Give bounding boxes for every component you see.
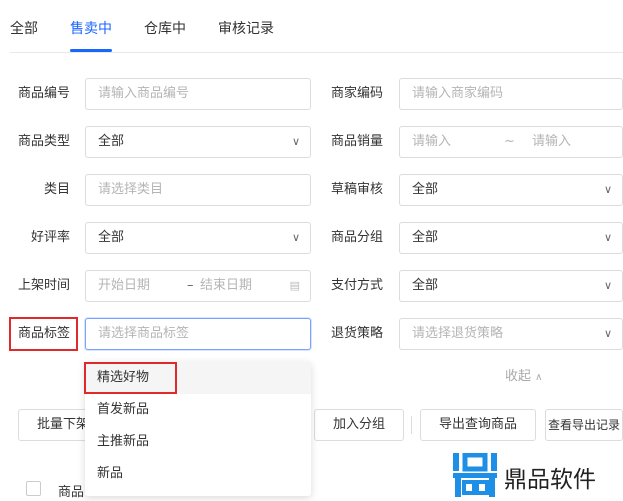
calendar-icon: ▤ — [289, 279, 300, 292]
product-type-value: 全部 — [98, 134, 125, 149]
merchant-code-label: 商家编码 — [330, 86, 383, 101]
tag-option[interactable]: 首发新品 — [85, 394, 311, 426]
collapse-toggle[interactable]: 收起 ∧ — [505, 365, 542, 384]
payment-label: 支付方式 — [330, 278, 383, 293]
sales-max-input[interactable]: 请输入 — [532, 127, 571, 157]
button-separator — [411, 416, 412, 434]
chevron-up-icon: ∧ — [535, 372, 543, 383]
listing-time-range[interactable]: 开始日期 – 结束日期 ▤ — [85, 270, 311, 302]
sales-range[interactable]: 请输入 ~ 请输入 — [399, 126, 623, 158]
tab-all[interactable]: 全部 — [10, 18, 38, 38]
chevron-down-icon: ∨ — [603, 183, 612, 196]
category-label: 类目 — [43, 182, 70, 197]
add-group-button[interactable]: 加入分组 — [314, 409, 404, 441]
return-policy-select[interactable]: 请选择退货策略 ∨ — [399, 318, 623, 350]
rating-select[interactable]: 全部 ∨ — [85, 222, 311, 254]
tab-review-records[interactable]: 审核记录 — [218, 18, 274, 38]
group-label: 商品分组 — [330, 230, 383, 245]
tag-option-highlight — [84, 362, 177, 394]
draft-review-value: 全部 — [412, 182, 439, 197]
draft-review-label: 草稿审核 — [330, 182, 383, 197]
tag-option[interactable]: 主推新品 — [85, 426, 311, 458]
return-policy-label: 退货策略 — [330, 326, 383, 341]
product-no-input[interactable]: 请输入商品编号 — [85, 78, 311, 110]
product-no-label: 商品编号 — [17, 86, 70, 101]
rating-label: 好评率 — [30, 230, 70, 245]
payment-select[interactable]: 全部 ∨ — [399, 270, 623, 302]
sales-label: 商品销量 — [330, 134, 383, 149]
group-value: 全部 — [412, 230, 439, 245]
end-date-input[interactable]: 结束日期 — [200, 271, 252, 301]
rating-value: 全部 — [98, 230, 125, 245]
export-query-button[interactable]: 导出查询商品 — [420, 409, 536, 441]
category-select[interactable]: 请选择类目 — [85, 174, 311, 206]
chevron-down-icon: ∨ — [291, 135, 300, 148]
chevron-down-icon: ∨ — [603, 327, 612, 340]
product-type-select[interactable]: 全部 ∨ — [85, 126, 311, 158]
product-type-label: 商品类型 — [17, 134, 70, 149]
sales-min-input[interactable]: 请输入 — [412, 127, 451, 157]
sales-range-sep: ~ — [504, 134, 515, 149]
watermark-text: 鼎品软件 — [504, 467, 596, 493]
listing-time-label: 上架时间 — [17, 278, 70, 293]
chevron-down-icon: ∨ — [603, 231, 612, 244]
group-select[interactable]: 全部 ∨ — [399, 222, 623, 254]
tag-label-highlight — [9, 317, 78, 351]
tabs-divider — [10, 52, 623, 53]
collapse-label: 收起 — [505, 369, 532, 384]
logo-icon — [453, 453, 497, 497]
draft-review-select[interactable]: 全部 ∨ — [399, 174, 623, 206]
return-policy-placeholder: 请选择退货策略 — [412, 326, 504, 341]
start-date-input[interactable]: 开始日期 — [98, 271, 150, 301]
product-column-header: 商品 — [58, 485, 85, 500]
tab-warehouse[interactable]: 仓库中 — [144, 18, 186, 38]
chevron-down-icon: ∨ — [291, 231, 300, 244]
tag-option[interactable]: 新品 — [85, 458, 311, 490]
merchant-code-input[interactable]: 请输入商家编码 — [399, 78, 623, 110]
view-export-button[interactable]: 查看导出记录 — [545, 409, 623, 441]
tab-on-sale[interactable]: 售卖中 — [70, 18, 112, 38]
tag-select[interactable]: 请选择商品标签 — [85, 318, 311, 350]
select-all-checkbox[interactable] — [26, 481, 41, 496]
chevron-down-icon: ∨ — [603, 279, 612, 292]
payment-value: 全部 — [412, 278, 439, 293]
date-range-sep: – — [187, 278, 194, 293]
